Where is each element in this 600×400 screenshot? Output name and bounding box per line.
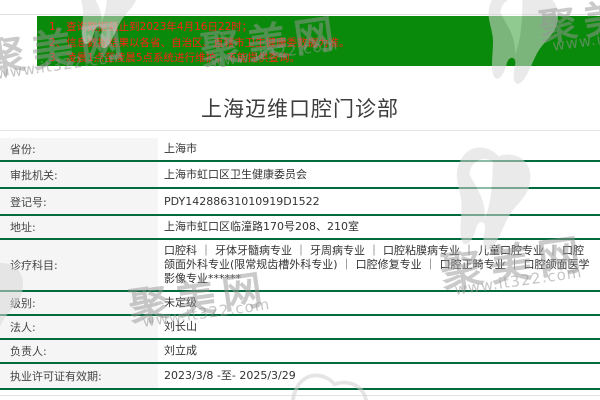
notice-line: 3、凌晨1点至凌晨5点系统进行维护，不能提供查询。 <box>49 52 301 64</box>
notice-line: 2、信息数据结果以各省、自治区、直辖市卫生健康委数据为准。 <box>49 36 350 49</box>
table-row: 地址: 上海市虹口区临潼路170号208、210室 <box>0 216 600 240</box>
top-divider <box>0 14 600 15</box>
table-row: 诊疗科目: 口腔科 ｜ 牙体牙髓病专业 ｜ 牙周病专业 ｜ 口腔粘膜病专业 ｜ … <box>0 240 600 292</box>
table-row: 负责人: 刘立成 <box>0 340 600 364</box>
table-top-divider <box>0 130 600 131</box>
row-value: 刘立成 <box>158 340 600 362</box>
bottom-divider <box>0 395 600 396</box>
row-label: 登记号: <box>0 189 158 214</box>
info-table: 省份: 上海市 审批机关: 上海市虹口区卫生健康委员会 登记号: PDY1428… <box>0 138 600 390</box>
row-value: 上海市 <box>158 138 600 160</box>
notice-banner: 1、查询数据截止到2023年4月16日22时； 2、信息数据结果以各省、自治区、… <box>37 16 600 66</box>
row-value: 口腔科 ｜ 牙体牙髓病专业 ｜ 牙周病专业 ｜ 口腔粘膜病专业 ｜ 儿童口腔专业… <box>158 240 600 290</box>
notice-line: 1、查询数据截止到2023年4月16日22时； <box>49 21 253 33</box>
page-title: 上海迈维口腔门诊部 <box>201 97 399 121</box>
row-value: 上海市虹口区临潼路170号208、210室 <box>158 216 600 238</box>
row-label: 省份: <box>0 138 158 160</box>
row-label: 审批机关: <box>0 162 158 187</box>
row-value: 上海市虹口区卫生健康委员会 <box>158 162 600 187</box>
license-info-page: 1、查询数据截止到2023年4月16日22时； 2、信息数据结果以各省、自治区、… <box>0 0 600 400</box>
row-label: 地址: <box>0 216 158 238</box>
row-value: PDY14288631010919D1522 <box>158 189 600 214</box>
table-row: 执业许可证有效期: 2023/3/8 -至- 2025/3/29 <box>0 364 600 390</box>
row-label: 法人: <box>0 316 158 338</box>
row-label: 级别: <box>0 292 158 314</box>
table-row: 省份: 上海市 <box>0 138 600 162</box>
table-row: 审批机关: 上海市虹口区卫生健康委员会 <box>0 162 600 189</box>
row-label: 执业许可证有效期: <box>0 364 158 388</box>
table-row: 登记号: PDY14288631010919D1522 <box>0 189 600 216</box>
row-value: 刘长山 <box>158 316 600 338</box>
table-row: 级别: 未定级 <box>0 292 600 316</box>
table-row: 法人: 刘长山 <box>0 316 600 340</box>
row-value: 未定级 <box>158 292 600 314</box>
row-label: 负责人: <box>0 340 158 362</box>
row-label: 诊疗科目: <box>0 240 158 290</box>
row-value: 2023/3/8 -至- 2025/3/29 <box>158 364 600 388</box>
